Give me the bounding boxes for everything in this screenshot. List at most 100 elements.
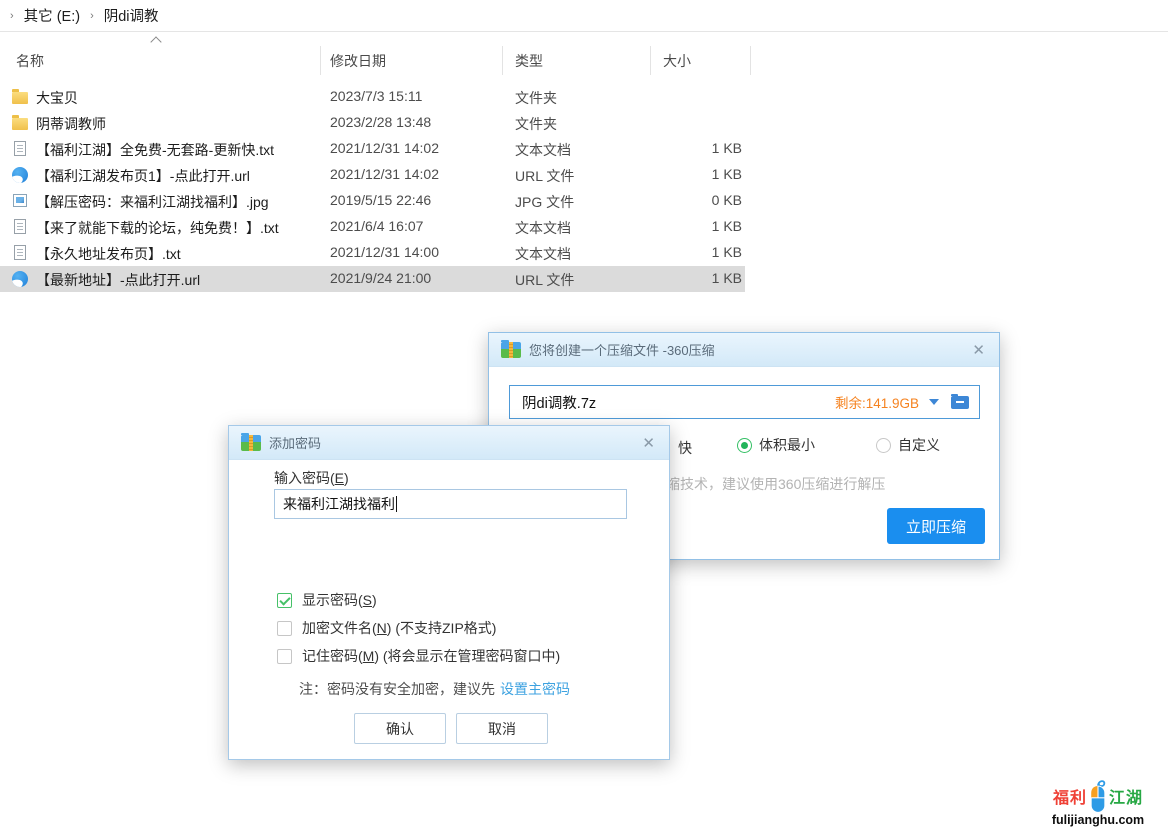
watermark-logo: 福利 江湖 fulijianghu.com — [1036, 777, 1160, 827]
file-row[interactable]: 阴蒂调教师 2023/2/28 13:48 文件夹 — [0, 110, 745, 136]
file-size: 1 KB — [650, 218, 742, 234]
radio-label: 体积最小 — [759, 435, 815, 455]
set-master-password-link[interactable]: 设置主密码 — [500, 681, 570, 697]
zip-dialog-title: 您将创建一个压缩文件 -360压缩 — [529, 340, 970, 359]
file-name: 【来了就能下载的论坛，纯免费！】.txt — [36, 218, 279, 238]
mouse-icon — [1087, 777, 1109, 815]
screen: › 其它 (E:) › 阴di调教 名称 修改日期 类型 大小 大宝贝 2023… — [0, 0, 1168, 833]
breadcrumb: › 其它 (E:) › 阴di调教 — [0, 0, 1168, 32]
file-row[interactable]: 【解压密码：来福利江湖找福利】.jpg 2019/5/15 22:46 JPG … — [0, 188, 745, 214]
file-name: 【福利江湖】全免费-无套路-更新快.txt — [36, 140, 274, 160]
url-icon — [12, 271, 28, 287]
file-name: 大宝贝 — [36, 88, 78, 108]
chevron-right-icon[interactable]: › — [90, 10, 94, 22]
file-date: 2021/12/31 14:02 — [330, 166, 439, 182]
file-type: 文本文档 — [515, 140, 571, 160]
file-name: 【解压密码：来福利江湖找福利】.jpg — [36, 192, 269, 212]
close-icon[interactable]: ✕ — [970, 341, 987, 359]
file-date: 2021/9/24 21:00 — [330, 270, 431, 286]
file-row[interactable]: 【来了就能下载的论坛，纯免费！】.txt 2021/6/4 16:07 文本文档… — [0, 214, 745, 240]
password-dialog-titlebar[interactable]: 添加密码 ✕ — [229, 426, 669, 460]
column-divider — [320, 46, 321, 75]
checkbox-label: 显示密码(S) — [302, 590, 377, 610]
brand-text-right: 江湖 — [1109, 784, 1143, 808]
radio-icon — [737, 438, 752, 453]
breadcrumb-folder[interactable]: 阴di调教 — [104, 5, 159, 26]
radio-icon — [876, 438, 891, 453]
zip-app-icon — [241, 435, 261, 451]
checkbox-label: 加密文件名(N) (不支持ZIP格式) — [302, 618, 496, 638]
file-row[interactable]: 【福利江湖】全免费-无套路-更新快.txt 2021/12/31 14:02 文… — [0, 136, 745, 162]
password-options: 显示密码(S) 加密文件名(N) (不支持ZIP格式) 记住密码(M) (将会显… — [277, 586, 560, 670]
file-date: 2021/6/4 16:07 — [330, 218, 423, 234]
radio-option-fragment[interactable]: 快 — [678, 438, 692, 458]
file-name: 【永久地址发布页】.txt — [36, 244, 181, 264]
file-row[interactable]: 【永久地址发布页】.txt 2021/12/31 14:00 文本文档 1 KB — [0, 240, 745, 266]
compress-now-button[interactable]: 立即压缩 — [887, 508, 985, 544]
radio-smallest-size[interactable]: 体积最小 — [737, 435, 815, 455]
file-row[interactable]: 【福利江湖发布页1】-点此打开.url 2021/12/31 14:02 URL… — [0, 162, 745, 188]
file-date: 2019/5/15 22:46 — [330, 192, 431, 208]
column-header-type[interactable]: 类型 — [515, 51, 543, 71]
file-size: 0 KB — [650, 192, 742, 208]
chevron-right-icon[interactable]: › — [10, 10, 14, 22]
radio-label: 自定义 — [898, 435, 940, 455]
file-type: JPG 文件 — [515, 192, 574, 212]
checkbox-row[interactable]: 记住密码(M) (将会显示在管理密码窗口中) — [277, 642, 560, 670]
file-type: URL 文件 — [515, 270, 574, 290]
folder-icon — [12, 92, 28, 104]
password-input[interactable]: 来福利江湖找福利 — [274, 489, 627, 519]
confirm-button[interactable]: 确认 — [354, 713, 446, 744]
close-icon[interactable]: ✕ — [640, 434, 657, 452]
checkbox-icon[interactable] — [277, 649, 292, 664]
txt-icon — [14, 141, 26, 156]
radio-custom[interactable]: 自定义 — [876, 435, 940, 455]
file-name: 阴蒂调教师 — [36, 114, 106, 134]
zip-dialog-titlebar[interactable]: 您将创建一个压缩文件 -360压缩 ✕ — [489, 333, 999, 367]
brand-text-left: 福利 — [1053, 784, 1087, 808]
txt-icon — [14, 219, 26, 234]
file-list: 大宝贝 2023/7/3 15:11 文件夹 阴蒂调教师 2023/2/28 1… — [0, 84, 752, 292]
file-date: 2021/12/31 14:02 — [330, 140, 439, 156]
column-divider — [650, 46, 651, 75]
brand-domain: fulijianghu.com — [1036, 813, 1160, 827]
file-type: 文件夹 — [515, 114, 557, 134]
checkbox-row[interactable]: 显示密码(S) — [277, 586, 560, 614]
archive-filename: 阴di调教.7z — [522, 392, 835, 413]
add-password-dialog: 添加密码 ✕ 输入密码(E) 来福利江湖找福利 显示密码(S) 加密文件名(N)… — [228, 425, 670, 760]
breadcrumb-drive[interactable]: 其它 (E:) — [24, 5, 80, 26]
column-divider — [502, 46, 503, 75]
note-text: 注：密码没有安全加密，建议先 — [299, 681, 495, 697]
file-name: 【最新地址】-点此打开.url — [36, 270, 200, 290]
file-type: URL 文件 — [515, 166, 574, 186]
column-header-name[interactable]: 名称 — [16, 51, 44, 71]
file-row[interactable]: 大宝贝 2023/7/3 15:11 文件夹 — [0, 84, 745, 110]
checkbox-icon[interactable] — [277, 593, 292, 608]
checkbox-row[interactable]: 加密文件名(N) (不支持ZIP格式) — [277, 614, 560, 642]
column-header-date[interactable]: 修改日期 — [330, 51, 386, 71]
url-icon — [12, 167, 28, 183]
password-input-label: 输入密码(E) — [274, 468, 349, 488]
txt-icon — [14, 245, 26, 260]
zip-app-icon — [501, 342, 521, 358]
file-row[interactable]: 【最新地址】-点此打开.url 2021/9/24 21:00 URL 文件 1… — [0, 266, 745, 292]
sort-ascending-icon[interactable] — [150, 36, 161, 47]
file-size: 1 KB — [650, 244, 742, 260]
folder-icon — [12, 118, 28, 130]
password-note: 注：密码没有安全加密，建议先设置主密码 — [299, 679, 570, 699]
file-size: 1 KB — [650, 166, 742, 182]
browse-folder-icon[interactable] — [951, 396, 969, 409]
file-type: 文件夹 — [515, 88, 557, 108]
checkbox-icon[interactable] — [277, 621, 292, 636]
chevron-down-icon[interactable] — [929, 399, 939, 405]
archive-filename-input[interactable]: 阴di调教.7z 剩余:141.9GB — [509, 385, 980, 419]
column-header-size[interactable]: 大小 — [663, 51, 691, 71]
file-date: 2021/12/31 14:00 — [330, 244, 439, 260]
password-value: 来福利江湖找福利 — [283, 494, 395, 514]
password-dialog-title: 添加密码 — [269, 433, 640, 452]
file-size: 1 KB — [650, 270, 742, 286]
file-date: 2023/2/28 13:48 — [330, 114, 431, 130]
file-size: 1 KB — [650, 140, 742, 156]
cancel-button[interactable]: 取消 — [456, 713, 548, 744]
column-divider — [750, 46, 751, 75]
